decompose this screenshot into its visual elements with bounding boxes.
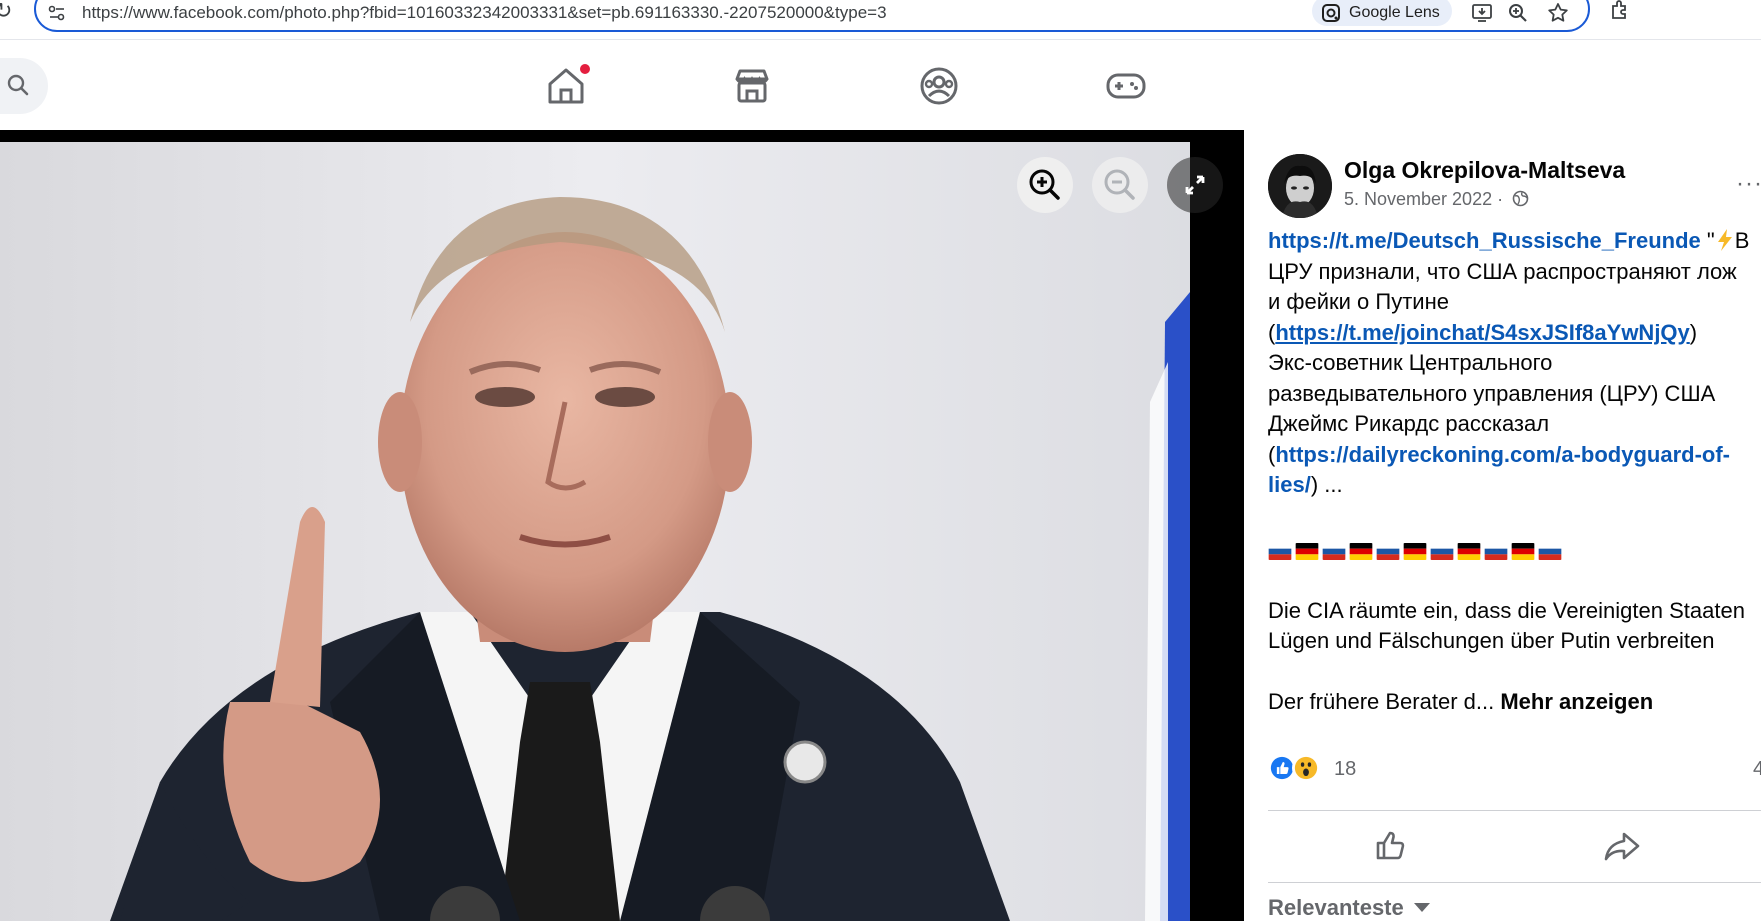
see-more-link[interactable]: Mehr anzeigen <box>1500 689 1653 714</box>
quote-open: " <box>1700 228 1715 253</box>
ru-text: и фейки о Путине <box>1268 289 1449 314</box>
wow-reaction-icon <box>1292 754 1320 782</box>
post-date: 5. November 2022 · <box>1344 188 1529 210</box>
russia-flag-icon <box>1484 542 1508 560</box>
reaction-count[interactable]: 18 <box>1334 757 1356 781</box>
bookmark-star-icon[interactable] <box>1546 1 1570 25</box>
zoom-out-icon <box>1104 169 1135 200</box>
ru-text: разведывательного управления (ЦРУ) США <box>1268 380 1716 406</box>
caret-down-icon <box>1413 903 1430 912</box>
photo-viewer <box>0 130 1244 921</box>
google-lens-icon <box>1322 4 1340 22</box>
germany-flag-icon <box>1295 542 1319 560</box>
post-photo <box>0 142 1190 921</box>
post-link[interactable]: https://dailyreckoning.com/a-bodyguard-o… <box>1275 442 1730 467</box>
divider <box>1268 810 1761 811</box>
post-text: https://t.me/Deutsch_Russische_Freunde "… <box>1268 226 1761 718</box>
reload-icon[interactable]: ↻ <box>0 0 12 24</box>
germany-flag-icon <box>1349 542 1373 560</box>
lightning-emoji-icon <box>1717 229 1732 251</box>
post-link[interactable]: https://t.me/Deutsch_Russische_Freunde <box>1268 228 1701 253</box>
paren-close: ) <box>1689 319 1698 345</box>
facebook-top-nav <box>0 41 1761 130</box>
de-text: Der frühere Berater d... <box>1268 689 1495 714</box>
browser-toolbar: ↻ https://www.facebook.com/photo.php?fbi… <box>0 0 1761 40</box>
zoom-in-button[interactable] <box>1017 157 1073 213</box>
share-icon <box>1604 832 1640 861</box>
globe-icon <box>1512 190 1529 207</box>
notification-dot <box>578 62 592 76</box>
germany-flag-icon <box>1403 542 1427 560</box>
post-line: lies/) ... <box>1268 470 1761 501</box>
marketplace-icon[interactable] <box>729 63 775 109</box>
ru-text: В <box>1734 228 1750 253</box>
date-separator: · <box>1492 189 1509 209</box>
search-icon[interactable] <box>4 71 32 99</box>
groups-icon[interactable] <box>916 63 962 109</box>
fullscreen-button[interactable] <box>1167 157 1223 213</box>
post-line: Der frühere Berater d... Mehr anzeigen <box>1268 687 1761 718</box>
russia-flag-icon <box>1376 542 1400 560</box>
author-name[interactable]: Olga Okrepilova-Maltseva <box>1344 156 1625 184</box>
zoom-out-button[interactable] <box>1092 157 1148 213</box>
zoom-icon[interactable] <box>1506 1 1530 25</box>
share-button[interactable] <box>1574 820 1670 872</box>
ellipsis: ) ... <box>1310 472 1343 497</box>
like-icon <box>1376 831 1405 860</box>
post-line: https://t.me/Deutsch_Russische_Freunde "… <box>1268 226 1761 257</box>
google-lens-label[interactable]: Google Lens <box>1349 3 1440 23</box>
germany-flag-icon <box>1457 542 1481 560</box>
like-button[interactable] <box>1344 820 1440 872</box>
gaming-icon[interactable] <box>1103 63 1149 109</box>
ru-text: Экс-советник Центрального <box>1268 350 1553 375</box>
post-link[interactable]: https://t.me/joinchat/S4sxJSIf8aYwNjQy <box>1275 320 1689 345</box>
fullscreen-icon <box>1185 175 1205 195</box>
germany-flag-icon <box>1511 542 1535 560</box>
post-line: (https://dailyreckoning.com/a-bodyguard-… <box>1268 440 1761 471</box>
more-options-icon[interactable]: ··· <box>1736 172 1761 196</box>
ru-text: ЦРУ признали, что США распространяют лож <box>1268 258 1737 284</box>
de-text: Die CIA räumte ein, dass die Vereinigten… <box>1268 597 1745 623</box>
post-panel: Olga Okrepilova-Maltseva 5. November 202… <box>1244 130 1761 921</box>
comment-count[interactable]: 4 <box>1753 757 1761 781</box>
reactions-row[interactable]: 18 4 <box>1268 754 1761 784</box>
russia-flag-icon <box>1430 542 1454 560</box>
russia-flag-icon <box>1538 542 1562 560</box>
comment-sort-dropdown[interactable]: Relevanteste <box>1268 894 1430 921</box>
flag-emoji-row <box>1268 535 1761 565</box>
comment-sort-label: Relevanteste <box>1268 895 1404 920</box>
extension-icon[interactable] <box>1608 0 1632 22</box>
post-link[interactable]: lies/ <box>1268 472 1311 497</box>
russia-flag-icon <box>1322 542 1346 560</box>
photo-illustration <box>0 142 1190 921</box>
ru-text: Джеймс Рикардс рассказал <box>1268 411 1550 436</box>
divider <box>1268 882 1761 883</box>
post-line: (https://t.me/joinchat/S4sxJSIf8aYwNjQy) <box>1268 318 1761 349</box>
avatar[interactable] <box>1268 154 1332 218</box>
url-text[interactable]: https://www.facebook.com/photo.php?fbid=… <box>82 2 887 24</box>
site-info-icon[interactable] <box>46 2 68 24</box>
install-app-icon[interactable] <box>1470 1 1494 25</box>
de-text: Lügen und Fälschungen über Putin verbrei… <box>1268 628 1715 653</box>
post-date-text[interactable]: 5. November 2022 <box>1344 189 1492 209</box>
russia-flag-icon <box>1268 542 1292 560</box>
avatar-image <box>1268 154 1332 218</box>
zoom-in-icon <box>1029 169 1060 200</box>
